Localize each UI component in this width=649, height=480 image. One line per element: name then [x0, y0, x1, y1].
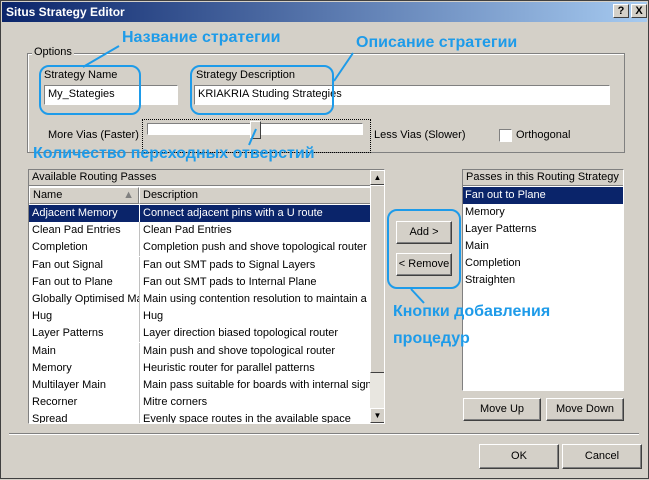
strategy-editor-window: Situs Strategy Editor ? X Options Strate…	[0, 0, 649, 479]
annotation-arrow-buttons	[410, 288, 425, 304]
annotation-arrow-vias	[248, 128, 257, 146]
annotation-arrow-description	[333, 52, 354, 82]
annotation-description: Описание стратегии	[356, 34, 518, 51]
annotation-vias: Количество переходных отверстий	[33, 145, 315, 162]
annotation-buttons-line2: процедур	[393, 330, 470, 347]
annotation-buttons-line1: Кнопки добавления	[393, 303, 551, 320]
annotation-arrow-name	[82, 45, 120, 68]
annotation-name: Название стратегии	[122, 29, 281, 46]
annotation-arrows	[82, 45, 425, 304]
